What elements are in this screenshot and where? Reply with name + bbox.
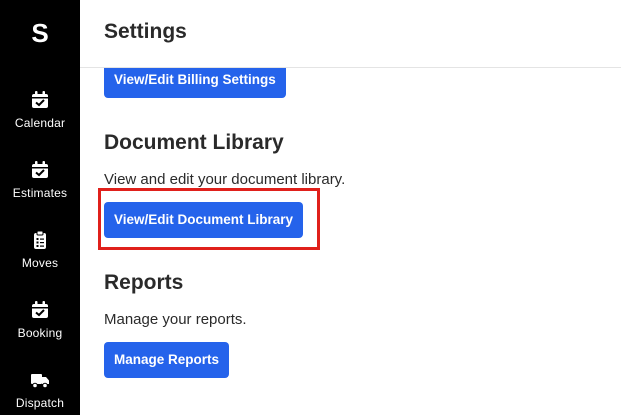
view-edit-document-library-button[interactable]: View/Edit Document Library — [104, 202, 304, 238]
sidebar-item-estimates[interactable]: Estimates — [0, 160, 80, 200]
sidebar-item-dispatch[interactable]: Dispatch — [0, 370, 80, 410]
sidebar-item-label: Booking — [17, 326, 63, 340]
sidebar-item-label: Dispatch — [15, 396, 65, 410]
app-logo[interactable]: S — [0, 18, 80, 49]
manage-reports-button[interactable]: Manage Reports — [104, 342, 230, 378]
reports-heading: Reports — [104, 271, 184, 294]
document-library-description: View and edit your document library. — [104, 171, 346, 188]
document-library-heading: Document Library — [104, 131, 284, 154]
sidebar: S Calendar Estimates Moves Booking Dispa… — [0, 0, 80, 415]
page-header: Settings — [80, 0, 621, 68]
sidebar-item-calendar[interactable]: Calendar — [0, 90, 80, 130]
truck-icon — [31, 374, 49, 389]
calendar-check-icon — [32, 91, 48, 108]
reports-description: Manage your reports. — [104, 311, 247, 328]
clipboard-list-icon — [34, 230, 46, 249]
sidebar-item-moves[interactable]: Moves — [0, 230, 80, 270]
calendar-check-icon — [32, 161, 48, 178]
sidebar-item-label: Calendar — [14, 116, 66, 130]
sidebar-item-label: Moves — [21, 256, 59, 270]
page-title: Settings — [104, 20, 187, 43]
sidebar-item-label: Estimates — [12, 186, 68, 200]
sidebar-item-booking[interactable]: Booking — [0, 300, 80, 340]
calendar-check-icon — [32, 301, 48, 318]
